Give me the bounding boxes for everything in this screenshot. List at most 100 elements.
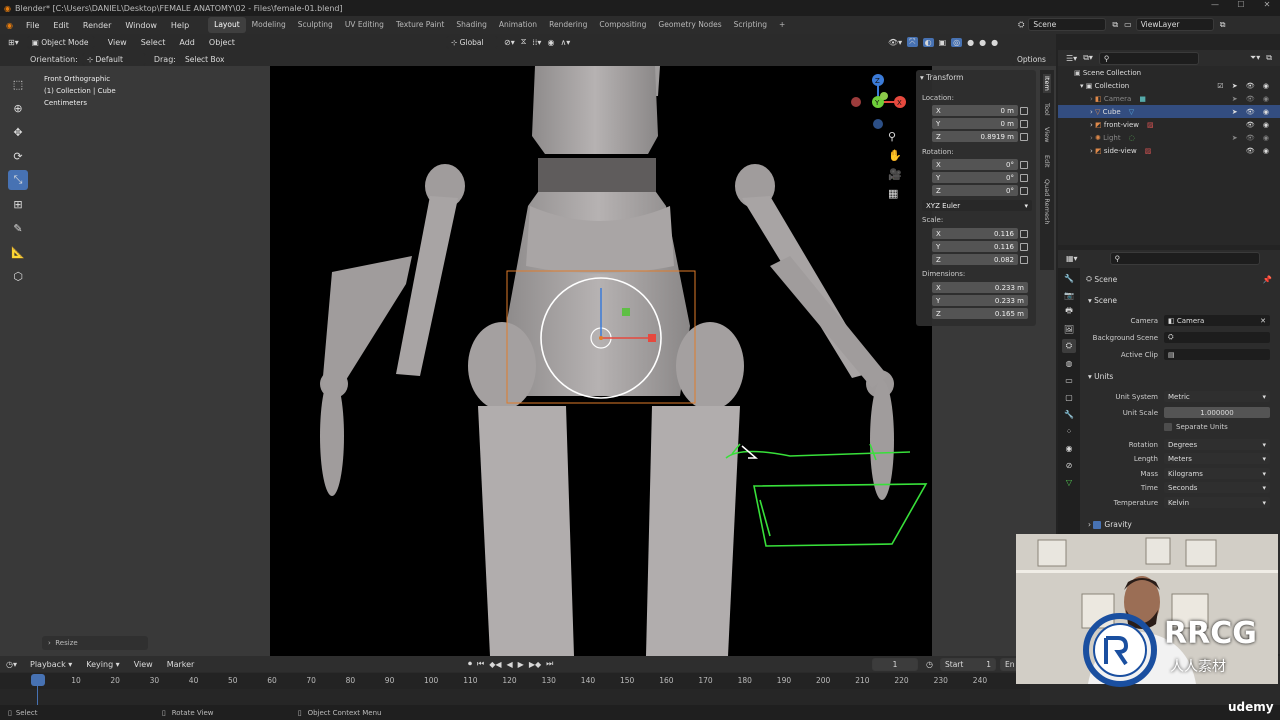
grid-ortho-icon[interactable]: ▦	[888, 187, 902, 200]
lock-icon[interactable]	[1020, 187, 1028, 195]
data-tab-icon[interactable]: ▽	[1062, 475, 1076, 489]
menu-add[interactable]: Add	[172, 38, 202, 47]
tab-geometry-nodes[interactable]: Geometry Nodes	[652, 17, 727, 33]
outliner-editor-icon[interactable]: ☰▾	[1066, 54, 1077, 63]
transform-icon[interactable]: ⊞	[8, 194, 28, 214]
start-frame-field[interactable]: Start 1	[940, 657, 996, 671]
gizmo-toggle-icon[interactable]: ⤧	[907, 37, 918, 47]
lock-icon[interactable]	[1020, 133, 1028, 141]
scene-tab-icon[interactable]: ⛭	[1062, 339, 1076, 353]
row-toggles[interactable]: ➤ 👁 ◉	[1232, 108, 1272, 116]
shading-solid-icon[interactable]: ●	[967, 38, 974, 47]
menu-edit[interactable]: Edit	[46, 21, 76, 30]
visibility-icon[interactable]: 👁▾	[888, 38, 902, 47]
tool-tab-icon[interactable]: 🔧	[1062, 271, 1076, 285]
rotation-x-field[interactable]: X 0°	[932, 159, 1018, 170]
tab-animation[interactable]: Animation	[493, 17, 543, 33]
snap-target-icon[interactable]: ⁞⁞▾	[532, 38, 541, 47]
mode-dropdown[interactable]: ▣ Object Mode	[26, 35, 95, 49]
scene-collection-row[interactable]: ▣ Scene Collection	[1058, 66, 1280, 79]
scene-section-header[interactable]: ▾ Scene	[1088, 296, 1117, 305]
row-toggles[interactable]: ➤ 👁 ◉	[1232, 95, 1272, 103]
world-tab-icon[interactable]: ◍	[1062, 356, 1076, 370]
time-dropdown[interactable]: Seconds ▾	[1164, 482, 1270, 493]
tab-tool[interactable]: Tool	[1043, 101, 1051, 118]
play-icon[interactable]: ▶	[518, 660, 524, 669]
modifier-tab-icon[interactable]: 🔧	[1062, 407, 1076, 421]
measure-icon[interactable]: 📐	[8, 242, 28, 262]
tab-edit[interactable]: Edit	[1043, 153, 1051, 170]
orientation-setting-dropdown[interactable]: ⊹ Default	[81, 52, 146, 66]
temperature-dropdown[interactable]: Kelvin ▾	[1164, 497, 1270, 508]
length-dropdown[interactable]: Meters ▾	[1164, 453, 1270, 464]
lock-icon[interactable]	[1020, 230, 1028, 238]
tab-scripting[interactable]: Scripting	[728, 17, 773, 33]
dimension-x-field[interactable]: X 0.233 m	[932, 282, 1028, 293]
menu-object[interactable]: Object	[202, 38, 242, 47]
rotation-y-field[interactable]: Y 0°	[932, 172, 1018, 183]
lock-icon[interactable]	[1020, 174, 1028, 182]
xray-icon[interactable]: ▣	[939, 38, 947, 47]
outliner-item-cube[interactable]: › ▽ Cube ▽ ➤ 👁 ◉	[1058, 105, 1280, 118]
overlay-toggle-icon[interactable]: ◐	[922, 37, 934, 47]
view-layer-tab-icon[interactable]: 🖼	[1062, 322, 1076, 336]
menu-file[interactable]: File	[19, 21, 46, 30]
tab-sculpting[interactable]: Sculpting	[292, 17, 339, 33]
lock-icon[interactable]	[1020, 161, 1028, 169]
background-scene-field[interactable]: ⛭	[1164, 332, 1270, 343]
camera-field[interactable]: ◧ Camera ✕	[1164, 315, 1270, 326]
tab-quad-remesh[interactable]: Quad Remesh	[1043, 177, 1051, 226]
scale-y-field[interactable]: Y 0.116	[932, 241, 1018, 252]
zoom-icon[interactable]: ⚲	[888, 130, 902, 143]
unit-system-dropdown[interactable]: Metric ▾	[1164, 391, 1270, 402]
mass-dropdown[interactable]: Kilograms ▾	[1164, 468, 1270, 479]
add-cube-icon[interactable]: ⬡	[8, 266, 28, 286]
gravity-section-header[interactable]: › Gravity	[1088, 520, 1132, 529]
tab-item[interactable]: Item	[1043, 74, 1051, 93]
frame-ruler[interactable]: 1102030405060708090100110120130140150160…	[0, 673, 1030, 689]
units-section-header[interactable]: ▾ Units	[1088, 372, 1113, 381]
viewport-canvas[interactable]	[270, 66, 932, 656]
dimension-z-field[interactable]: Z 0.165 m	[932, 308, 1028, 319]
separate-units-checkbox[interactable]: Separate Units	[1164, 423, 1228, 431]
gravity-checkbox-icon[interactable]	[1093, 520, 1102, 529]
properties-editor-icon[interactable]: ▦▾	[1066, 254, 1078, 263]
new-view-layer-icon[interactable]: ⧉	[1220, 20, 1226, 30]
pivot-icon[interactable]: ⊘▾	[504, 38, 515, 47]
constraints-tab-icon[interactable]: ⊘	[1062, 458, 1076, 472]
dimension-y-field[interactable]: Y 0.233 m	[932, 295, 1028, 306]
tab-texture-paint[interactable]: Texture Paint	[390, 17, 450, 33]
pan-hand-icon[interactable]: ✋	[888, 149, 902, 162]
scale-x-field[interactable]: X 0.116	[932, 228, 1018, 239]
last-operator-panel[interactable]: › Resize	[42, 636, 148, 650]
tab-rendering[interactable]: Rendering	[543, 17, 593, 33]
viewport-left-area[interactable]	[0, 66, 270, 656]
scale-icon[interactable]: ⤡	[8, 170, 28, 190]
display-mode-icon[interactable]: ⧉▾	[1083, 53, 1093, 63]
menu-playback[interactable]: Playback ▾	[23, 660, 79, 669]
menu-render[interactable]: Render	[76, 21, 118, 30]
view-layer-selector[interactable]: ViewLayer	[1135, 18, 1214, 31]
scale-z-field[interactable]: Z 0.082	[932, 254, 1018, 265]
row-toggles[interactable]: 👁 ◉	[1246, 121, 1272, 129]
collection-row[interactable]: ▾ ▣ Collection ☑ ➤ 👁 ◉	[1058, 79, 1280, 92]
lock-icon[interactable]	[1020, 243, 1028, 251]
rotation-z-field[interactable]: Z 0°	[932, 185, 1018, 196]
row-toggles[interactable]: ☑ ➤ 👁 ◉	[1217, 82, 1272, 90]
location-x-field[interactable]: X 0 m	[932, 105, 1018, 116]
clock-icon[interactable]: ◷▾	[0, 660, 23, 669]
play-reverse-icon[interactable]: ◀	[507, 660, 513, 669]
collection-tab-icon[interactable]: ▭	[1062, 373, 1076, 387]
record-icon[interactable]: ⏺	[468, 659, 472, 669]
scene-selector[interactable]: Scene	[1028, 18, 1107, 31]
rotation-mode-dropdown[interactable]: XYZ Euler ▾	[922, 200, 1032, 211]
prev-keyframe-icon[interactable]: ◆◀	[489, 660, 501, 669]
cursor-icon[interactable]: ⊕	[8, 98, 28, 118]
transform-orientation-dropdown[interactable]: ⊹ Global	[446, 35, 498, 49]
menu-help[interactable]: Help	[164, 21, 196, 30]
proportional-edit-icon[interactable]: ◉	[547, 38, 554, 47]
location-z-field[interactable]: Z 0.8919 m	[932, 131, 1018, 142]
close-icon[interactable]: ✕	[1254, 0, 1280, 9]
add-workspace-button[interactable]: +	[773, 17, 791, 33]
jump-start-icon[interactable]: ⏮	[477, 659, 484, 669]
